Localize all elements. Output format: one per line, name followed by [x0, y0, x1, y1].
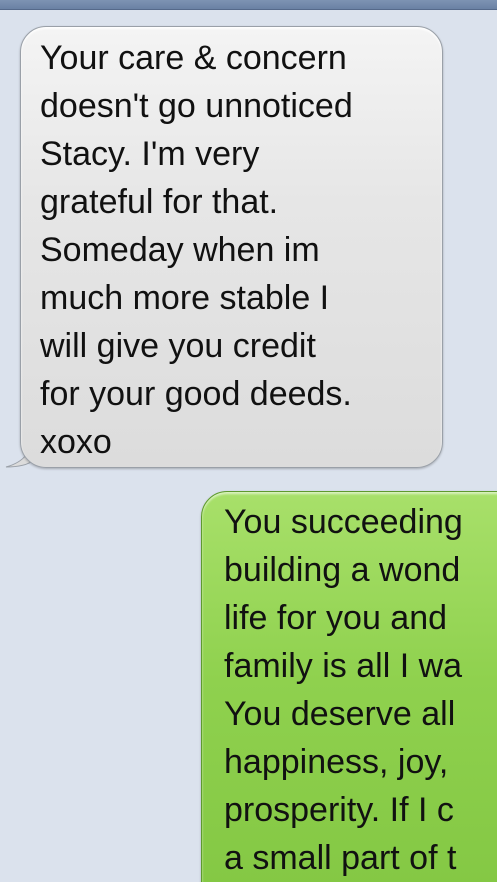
- received-message-bubble[interactable]: Your care & concern doesn't go unnoticed…: [20, 26, 443, 468]
- sent-message-bubble[interactable]: You succeeding building a wond life for …: [201, 491, 497, 882]
- message-thread[interactable]: Your care & concern doesn't go unnoticed…: [0, 10, 497, 882]
- top-navigation-bar-edge: [0, 0, 497, 10]
